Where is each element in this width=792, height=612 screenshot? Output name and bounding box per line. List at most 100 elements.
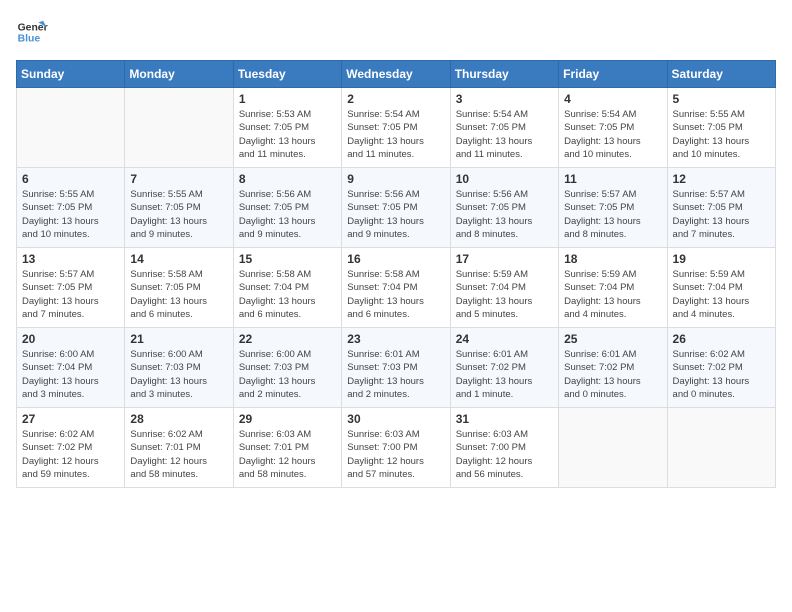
day-number: 27 xyxy=(22,412,119,426)
day-cell: 11 Sunrise: 5:57 AM Sunset: 7:05 PM Dayli… xyxy=(559,168,667,248)
day-number: 29 xyxy=(239,412,336,426)
day-number: 2 xyxy=(347,92,444,106)
day-info: Sunrise: 5:54 AM Sunset: 7:05 PM Dayligh… xyxy=(564,108,661,161)
day-number: 25 xyxy=(564,332,661,346)
day-number: 16 xyxy=(347,252,444,266)
day-cell: 22 Sunrise: 6:00 AM Sunset: 7:03 PM Dayli… xyxy=(233,328,341,408)
day-cell: 8 Sunrise: 5:56 AM Sunset: 7:05 PM Daylig… xyxy=(233,168,341,248)
day-info: Sunrise: 5:56 AM Sunset: 7:05 PM Dayligh… xyxy=(456,188,553,241)
day-info: Sunrise: 6:00 AM Sunset: 7:03 PM Dayligh… xyxy=(130,348,227,401)
day-cell: 6Sunrise: 5:55 AM Sunset: 7:05 PM Daylig… xyxy=(17,168,125,248)
day-cell: 17 Sunrise: 5:59 AM Sunset: 7:04 PM Dayli… xyxy=(450,248,558,328)
day-number: 22 xyxy=(239,332,336,346)
calendar: SundayMondayTuesdayWednesdayThursdayFrid… xyxy=(16,60,776,488)
day-number: 26 xyxy=(673,332,770,346)
day-cell: 1 Sunrise: 5:53 AM Sunset: 7:05 PM Daylig… xyxy=(233,88,341,168)
day-info: Sunrise: 5:58 AM Sunset: 7:04 PM Dayligh… xyxy=(239,268,336,321)
day-info: Sunrise: 5:54 AM Sunset: 7:05 PM Dayligh… xyxy=(456,108,553,161)
day-info: Sunrise: 5:59 AM Sunset: 7:04 PM Dayligh… xyxy=(456,268,553,321)
day-info: Sunrise: 6:03 AM Sunset: 7:00 PM Dayligh… xyxy=(456,428,553,481)
day-number: 13 xyxy=(22,252,119,266)
day-number: 23 xyxy=(347,332,444,346)
weekday-header-saturday: Saturday xyxy=(667,61,775,88)
day-info: Sunrise: 6:02 AM Sunset: 7:02 PM Dayligh… xyxy=(673,348,770,401)
logo-icon: General Blue xyxy=(16,16,48,48)
day-number: 17 xyxy=(456,252,553,266)
day-cell: 16 Sunrise: 5:58 AM Sunset: 7:04 PM Dayli… xyxy=(342,248,450,328)
day-number: 28 xyxy=(130,412,227,426)
day-cell xyxy=(17,88,125,168)
day-info: Sunrise: 5:54 AM Sunset: 7:05 PM Dayligh… xyxy=(347,108,444,161)
weekday-header-monday: Monday xyxy=(125,61,233,88)
day-info: Sunrise: 6:03 AM Sunset: 7:00 PM Dayligh… xyxy=(347,428,444,481)
day-info: Sunrise: 6:01 AM Sunset: 7:02 PM Dayligh… xyxy=(456,348,553,401)
day-cell: 2 Sunrise: 5:54 AM Sunset: 7:05 PM Daylig… xyxy=(342,88,450,168)
day-number: 24 xyxy=(456,332,553,346)
weekday-header-friday: Friday xyxy=(559,61,667,88)
day-info: Sunrise: 5:56 AM Sunset: 7:05 PM Dayligh… xyxy=(347,188,444,241)
day-number: 3 xyxy=(456,92,553,106)
day-number: 8 xyxy=(239,172,336,186)
day-cell: 10 Sunrise: 5:56 AM Sunset: 7:05 PM Dayli… xyxy=(450,168,558,248)
day-info: Sunrise: 5:53 AM Sunset: 7:05 PM Dayligh… xyxy=(239,108,336,161)
day-cell: 13 Sunrise: 5:57 AM Sunset: 7:05 PM Dayli… xyxy=(17,248,125,328)
day-info: Sunrise: 6:01 AM Sunset: 7:03 PM Dayligh… xyxy=(347,348,444,401)
day-cell: 26 Sunrise: 6:02 AM Sunset: 7:02 PM Dayli… xyxy=(667,328,775,408)
week-row-0: 1 Sunrise: 5:53 AM Sunset: 7:05 PM Daylig… xyxy=(17,88,776,168)
day-info: Sunrise: 5:55 AM Sunset: 7:05 PM Dayligh… xyxy=(673,108,770,161)
day-cell xyxy=(667,408,775,488)
day-info: Sunrise: 5:57 AM Sunset: 7:05 PM Dayligh… xyxy=(22,268,119,321)
day-number: 21 xyxy=(130,332,227,346)
day-info: Sunrise: 5:59 AM Sunset: 7:04 PM Dayligh… xyxy=(564,268,661,321)
day-cell: 4 Sunrise: 5:54 AM Sunset: 7:05 PM Daylig… xyxy=(559,88,667,168)
day-cell: 25 Sunrise: 6:01 AM Sunset: 7:02 PM Dayli… xyxy=(559,328,667,408)
day-cell: 3 Sunrise: 5:54 AM Sunset: 7:05 PM Daylig… xyxy=(450,88,558,168)
day-number: 18 xyxy=(564,252,661,266)
weekday-header-tuesday: Tuesday xyxy=(233,61,341,88)
day-number: 15 xyxy=(239,252,336,266)
day-cell xyxy=(559,408,667,488)
weekday-header-sunday: Sunday xyxy=(17,61,125,88)
day-cell: 7 Sunrise: 5:55 AM Sunset: 7:05 PM Daylig… xyxy=(125,168,233,248)
day-cell: 29 Sunrise: 6:03 AM Sunset: 7:01 PM Dayli… xyxy=(233,408,341,488)
week-row-3: 20Sunrise: 6:00 AM Sunset: 7:04 PM Dayli… xyxy=(17,328,776,408)
day-info: Sunrise: 5:55 AM Sunset: 7:05 PM Dayligh… xyxy=(130,188,227,241)
day-cell: 23 Sunrise: 6:01 AM Sunset: 7:03 PM Dayli… xyxy=(342,328,450,408)
day-number: 11 xyxy=(564,172,661,186)
day-info: Sunrise: 5:59 AM Sunset: 7:04 PM Dayligh… xyxy=(673,268,770,321)
day-cell: 14 Sunrise: 5:58 AM Sunset: 7:05 PM Dayli… xyxy=(125,248,233,328)
day-cell: 28 Sunrise: 6:02 AM Sunset: 7:01 PM Dayli… xyxy=(125,408,233,488)
day-info: Sunrise: 5:58 AM Sunset: 7:05 PM Dayligh… xyxy=(130,268,227,321)
header: General Blue xyxy=(16,16,776,48)
day-number: 10 xyxy=(456,172,553,186)
day-number: 14 xyxy=(130,252,227,266)
day-cell: 15 Sunrise: 5:58 AM Sunset: 7:04 PM Dayli… xyxy=(233,248,341,328)
day-number: 4 xyxy=(564,92,661,106)
day-cell: 18 Sunrise: 5:59 AM Sunset: 7:04 PM Dayli… xyxy=(559,248,667,328)
day-info: Sunrise: 6:00 AM Sunset: 7:03 PM Dayligh… xyxy=(239,348,336,401)
day-cell: 9Sunrise: 5:56 AM Sunset: 7:05 PM Daylig… xyxy=(342,168,450,248)
day-cell: 12Sunrise: 5:57 AM Sunset: 7:05 PM Dayli… xyxy=(667,168,775,248)
weekday-header-wednesday: Wednesday xyxy=(342,61,450,88)
day-number: 7 xyxy=(130,172,227,186)
week-row-2: 13 Sunrise: 5:57 AM Sunset: 7:05 PM Dayli… xyxy=(17,248,776,328)
weekday-header-thursday: Thursday xyxy=(450,61,558,88)
day-info: Sunrise: 6:01 AM Sunset: 7:02 PM Dayligh… xyxy=(564,348,661,401)
day-number: 5 xyxy=(673,92,770,106)
day-info: Sunrise: 6:00 AM Sunset: 7:04 PM Dayligh… xyxy=(22,348,119,401)
day-info: Sunrise: 6:02 AM Sunset: 7:02 PM Dayligh… xyxy=(22,428,119,481)
week-row-4: 27 Sunrise: 6:02 AM Sunset: 7:02 PM Dayli… xyxy=(17,408,776,488)
day-info: Sunrise: 6:03 AM Sunset: 7:01 PM Dayligh… xyxy=(239,428,336,481)
day-info: Sunrise: 5:56 AM Sunset: 7:05 PM Dayligh… xyxy=(239,188,336,241)
weekday-header-row: SundayMondayTuesdayWednesdayThursdayFrid… xyxy=(17,61,776,88)
day-info: Sunrise: 5:57 AM Sunset: 7:05 PM Dayligh… xyxy=(564,188,661,241)
day-cell: 24 Sunrise: 6:01 AM Sunset: 7:02 PM Dayli… xyxy=(450,328,558,408)
week-row-1: 6Sunrise: 5:55 AM Sunset: 7:05 PM Daylig… xyxy=(17,168,776,248)
day-cell xyxy=(125,88,233,168)
day-info: Sunrise: 5:58 AM Sunset: 7:04 PM Dayligh… xyxy=(347,268,444,321)
day-number: 1 xyxy=(239,92,336,106)
day-cell: 20Sunrise: 6:00 AM Sunset: 7:04 PM Dayli… xyxy=(17,328,125,408)
day-info: Sunrise: 6:02 AM Sunset: 7:01 PM Dayligh… xyxy=(130,428,227,481)
day-cell: 21 Sunrise: 6:00 AM Sunset: 7:03 PM Dayli… xyxy=(125,328,233,408)
day-cell: 30Sunrise: 6:03 AM Sunset: 7:00 PM Dayli… xyxy=(342,408,450,488)
